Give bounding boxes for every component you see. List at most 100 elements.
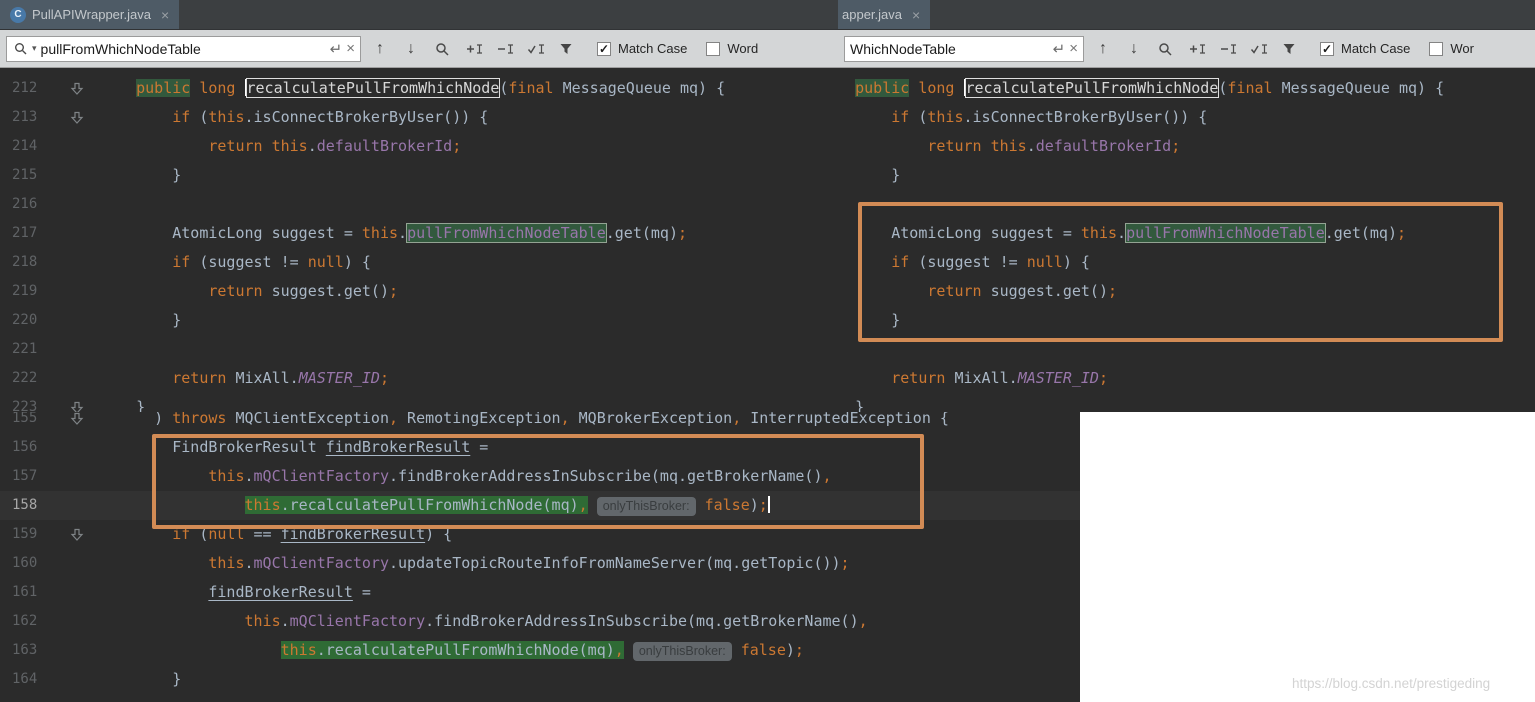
- code-line-160[interactable]: 160 this.mQClientFactory.updateTopicRout…: [0, 549, 1080, 578]
- filter-button[interactable]: [1277, 37, 1301, 61]
- gutter-arrow-icon[interactable]: [40, 103, 100, 132]
- remove-occurrence-button[interactable]: [492, 37, 516, 61]
- code-line-161[interactable]: 161 findBrokerResult =: [0, 578, 1080, 607]
- filter-button[interactable]: [554, 37, 578, 61]
- code-token: (: [190, 525, 208, 543]
- tab-pullapiwrapper-right[interactable]: apper.java ×: [838, 0, 930, 29]
- add-occurrence-button[interactable]: [461, 37, 485, 61]
- code-line-164[interactable]: 164 }: [0, 665, 1080, 694]
- code-line-221[interactable]: 221: [0, 335, 838, 364]
- line-number[interactable]: 221: [0, 335, 40, 364]
- line-number[interactable]: 217: [0, 219, 40, 248]
- line-number[interactable]: 162: [0, 607, 40, 636]
- line-number[interactable]: 212: [0, 74, 40, 103]
- line-number[interactable]: 219: [0, 277, 40, 306]
- tab-pullapiwrapper[interactable]: C PullAPIWrapper.java ×: [0, 0, 179, 29]
- code-line-155[interactable]: 155 ) throws MQClientException, Remoting…: [0, 412, 1080, 433]
- code-line-214[interactable]: 214 return this.defaultBrokerId;: [0, 132, 838, 161]
- gutter-spacer: [40, 491, 100, 520]
- tab-close-icon[interactable]: ×: [912, 7, 920, 23]
- line-number[interactable]: 160: [0, 549, 40, 578]
- select-all-occurrences-button[interactable]: [523, 37, 547, 61]
- code-line-215[interactable]: }: [838, 161, 1535, 190]
- multiline-search-icon[interactable]: ↵: [330, 40, 343, 58]
- gutter-arrow-icon[interactable]: [40, 520, 100, 549]
- code-line-215[interactable]: 215 }: [0, 161, 838, 190]
- gutter-arrow-icon[interactable]: [40, 393, 100, 412]
- code-line-217[interactable]: 217 AtomicLong suggest = this.pullFromWh…: [0, 219, 838, 248]
- clear-search-icon[interactable]: ×: [346, 40, 355, 57]
- search-field-left[interactable]: ▾ pullFromWhichNodeTable ↵ ×: [6, 36, 361, 62]
- code-line-212[interactable]: public long recalculatePullFromWhichNode…: [838, 74, 1535, 103]
- code-line-219[interactable]: 219 return suggest.get();: [0, 277, 838, 306]
- line-number[interactable]: 157: [0, 462, 40, 491]
- line-number[interactable]: 215: [0, 161, 40, 190]
- search-query-left[interactable]: pullFromWhichNodeTable: [41, 41, 326, 57]
- search-icon[interactable]: [12, 37, 28, 61]
- code-line-223[interactable]: 223 }: [0, 393, 838, 412]
- code-line-223[interactable]: }: [838, 393, 1535, 412]
- find-all-button[interactable]: [430, 37, 454, 61]
- code-line-220[interactable]: 220 }: [0, 306, 838, 335]
- line-number[interactable]: 164: [0, 665, 40, 694]
- find-all-button[interactable]: [1153, 37, 1177, 61]
- code-line-220[interactable]: }: [838, 306, 1535, 335]
- code-line-162[interactable]: 162 this.mQClientFactory.findBrokerAddre…: [0, 607, 1080, 636]
- select-all-occurrences-button[interactable]: [1246, 37, 1270, 61]
- code-line-218[interactable]: 218 if (suggest != null) {: [0, 248, 838, 277]
- code-line-214[interactable]: return this.defaultBrokerId;: [838, 132, 1535, 161]
- line-number[interactable]: 156: [0, 433, 40, 462]
- line-number[interactable]: 213: [0, 103, 40, 132]
- tab-close-icon[interactable]: ×: [161, 7, 169, 23]
- code-line-222[interactable]: 222 return MixAll.MASTER_ID;: [0, 364, 838, 393]
- line-number[interactable]: 222: [0, 364, 40, 393]
- code-line-212[interactable]: 212 public long recalculatePullFromWhich…: [0, 74, 838, 103]
- line-number[interactable]: 216: [0, 190, 40, 219]
- words-checkbox-left[interactable]: [706, 42, 720, 56]
- code-line-219[interactable]: return suggest.get();: [838, 277, 1535, 306]
- line-number[interactable]: 158: [0, 491, 40, 520]
- words-checkbox-right[interactable]: [1429, 42, 1443, 56]
- code-token: long: [918, 79, 954, 97]
- code-line-222[interactable]: return MixAll.MASTER_ID;: [838, 364, 1535, 393]
- code-line-159[interactable]: 159 if (null == findBrokerResult) {: [0, 520, 1080, 549]
- code-line-216[interactable]: [838, 190, 1535, 219]
- add-occurrence-button[interactable]: [1184, 37, 1208, 61]
- code-line-217[interactable]: AtomicLong suggest = this.pullFromWhichN…: [838, 219, 1535, 248]
- code-token: return: [927, 137, 990, 155]
- line-number[interactable]: 161: [0, 578, 40, 607]
- code-line-216[interactable]: 216: [0, 190, 838, 219]
- match-case-checkbox-left[interactable]: ✓: [597, 42, 611, 56]
- code-token: [100, 137, 208, 155]
- ide-screenshot: C PullAPIWrapper.java × ▾ pullFromWhichN…: [0, 0, 1535, 702]
- code-text: }: [100, 161, 838, 190]
- gutter-arrow-icon[interactable]: [40, 412, 100, 433]
- code-line-218[interactable]: if (suggest != null) {: [838, 248, 1535, 277]
- previous-occurrence-button[interactable]: ↑: [368, 37, 392, 61]
- remove-occurrence-button[interactable]: [1215, 37, 1239, 61]
- line-number[interactable]: 214: [0, 132, 40, 161]
- line-number[interactable]: 155: [0, 412, 40, 433]
- previous-occurrence-button[interactable]: ↑: [1091, 37, 1115, 61]
- line-number[interactable]: 218: [0, 248, 40, 277]
- code-line-213[interactable]: 213 if (this.isConnectBrokerByUser()) {: [0, 103, 838, 132]
- code-line-163[interactable]: 163 this.recalculatePullFromWhichNode(mq…: [0, 636, 1080, 665]
- code-line-221[interactable]: [838, 335, 1535, 364]
- next-occurrence-button[interactable]: ↓: [399, 37, 423, 61]
- multiline-search-icon[interactable]: ↵: [1053, 40, 1066, 58]
- gutter-arrow-icon[interactable]: [40, 74, 100, 103]
- match-case-checkbox-right[interactable]: ✓: [1320, 42, 1334, 56]
- clear-search-icon[interactable]: ×: [1069, 40, 1078, 57]
- code-line-157[interactable]: 157 this.mQClientFactory.findBrokerAddre…: [0, 462, 1080, 491]
- line-number[interactable]: 159: [0, 520, 40, 549]
- line-number[interactable]: 220: [0, 306, 40, 335]
- code-line-156[interactable]: 156 FindBrokerResult findBrokerResult =: [0, 433, 1080, 462]
- search-field-right[interactable]: WhichNodeTable ↵ ×: [844, 36, 1084, 62]
- next-occurrence-button[interactable]: ↓: [1122, 37, 1146, 61]
- search-history-dropdown-icon[interactable]: ▾: [32, 43, 37, 54]
- line-number[interactable]: 223: [0, 393, 40, 412]
- search-query-right[interactable]: WhichNodeTable: [850, 41, 1049, 57]
- code-line-158[interactable]: 158 this.recalculatePullFromWhichNode(mq…: [0, 491, 1080, 520]
- code-line-213[interactable]: if (this.isConnectBrokerByUser()) {: [838, 103, 1535, 132]
- line-number[interactable]: 163: [0, 636, 40, 665]
